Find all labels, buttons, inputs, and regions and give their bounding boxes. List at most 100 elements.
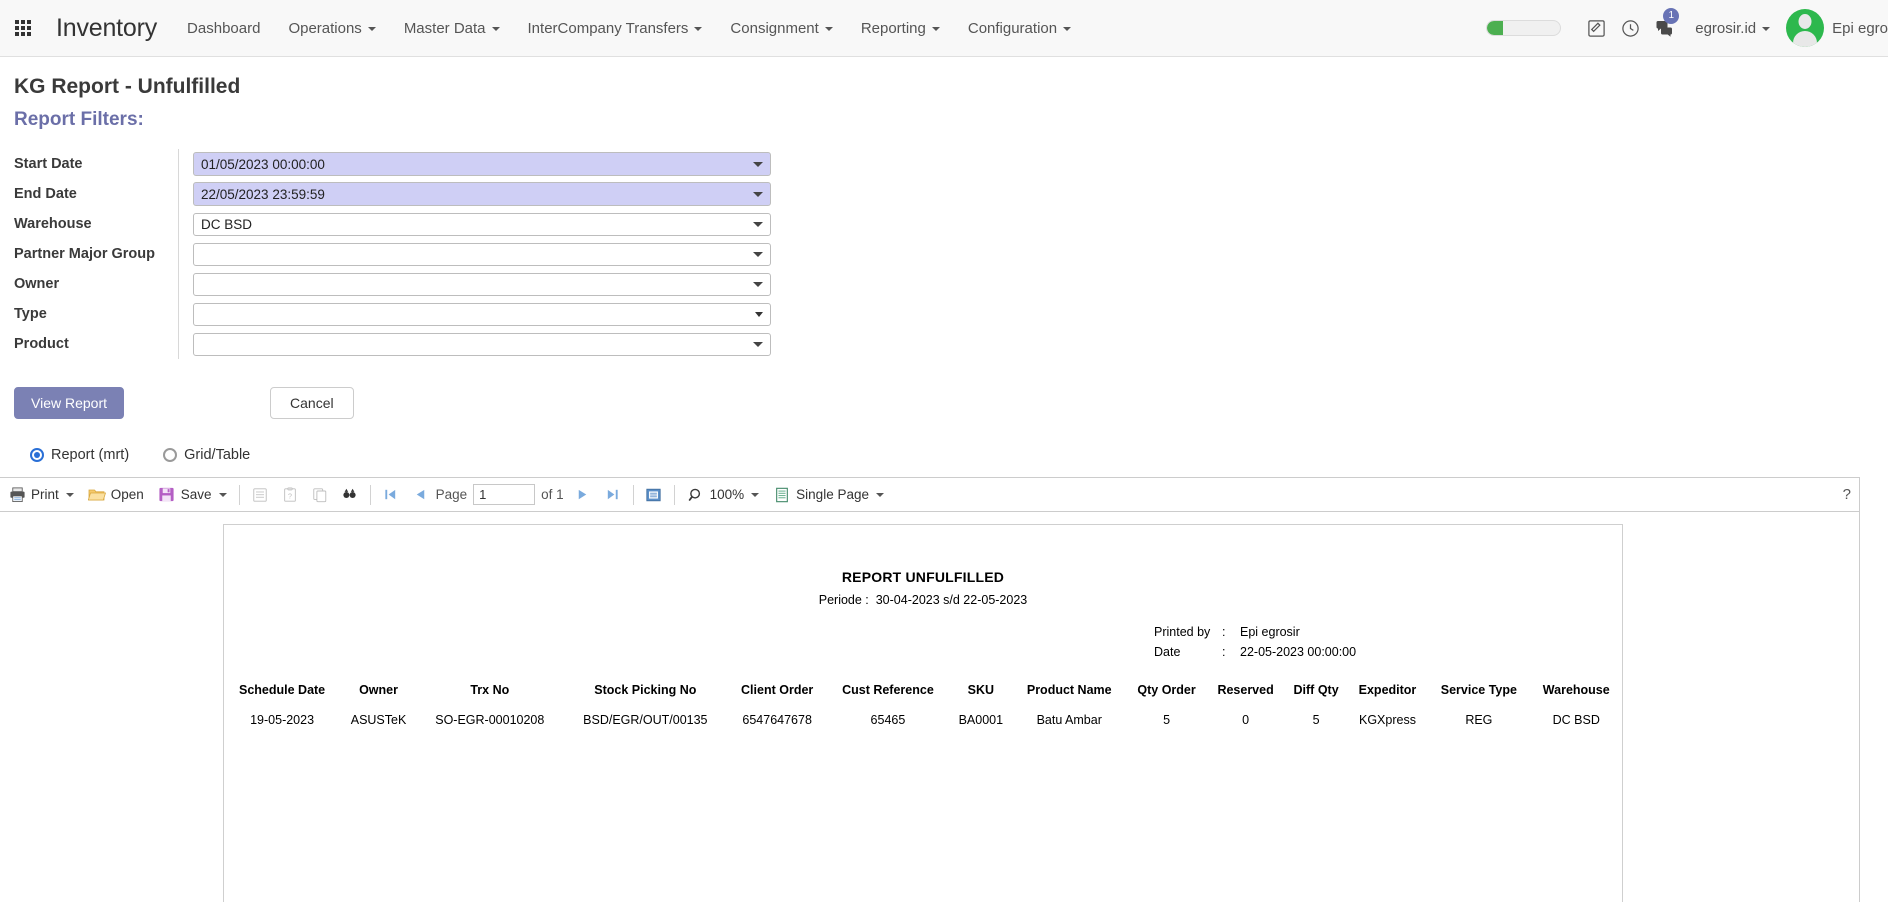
filter-label-product: Product	[14, 329, 179, 359]
username-label: Epi egro	[1832, 19, 1888, 37]
previous-page-button[interactable]	[408, 483, 434, 507]
print-button[interactable]: Print	[1, 482, 81, 508]
find-button[interactable]	[337, 483, 363, 507]
nav-item-operations[interactable]: Operations	[274, 0, 389, 57]
save-button[interactable]: Save	[151, 482, 234, 508]
table-column-header: Expeditor	[1358, 683, 1417, 697]
table-cell: 65465	[870, 713, 906, 727]
copy-button[interactable]	[307, 483, 333, 507]
first-page-button[interactable]	[378, 483, 404, 507]
owner-select[interactable]	[193, 272, 771, 296]
table-column-header: Qty Order	[1137, 683, 1196, 697]
page-number-input[interactable]	[473, 484, 536, 505]
chevron-down-icon	[931, 27, 940, 31]
filter-label-type: Type	[14, 299, 179, 329]
nav-label: Dashboard	[187, 19, 261, 37]
radio-label-grid-table: Grid/Table	[184, 447, 251, 463]
tenant-selector[interactable]: egrosir.id	[1681, 20, 1780, 37]
warehouse-select[interactable]: DC BSD	[193, 212, 771, 236]
last-page-button[interactable]	[600, 483, 626, 507]
nav-item-master-data[interactable]: Master Data	[390, 0, 514, 57]
report-page: REPORT UNFULFILLED Periode : 30-04-2023 …	[223, 524, 1623, 902]
unfulfilled-report-table: Schedule Date Owner Trx No Stock Picking No…	[224, 677, 1622, 737]
cancel-button[interactable]: Cancel	[270, 387, 354, 419]
view-mode-control[interactable]: Single Page	[766, 482, 891, 508]
radio-option-report-mrt[interactable]: Report (mrt)	[30, 447, 129, 463]
navbar-left-group: Inventory Dashboard Operations Master Da…	[0, 0, 1085, 57]
filter-field-partner-major-group	[179, 239, 771, 269]
report-filters-heading: Report Filters:	[14, 109, 144, 130]
end-date-input[interactable]: 22/05/2023 23:59:59	[193, 182, 771, 206]
table-column-header: Diff Qty	[1293, 683, 1339, 697]
storage-progress-bar	[1486, 20, 1562, 36]
warehouse-value: DC BSD	[201, 216, 253, 232]
navbar-menu: Dashboard Operations Master Data InterCo…	[173, 0, 1085, 57]
partner-major-group-select[interactable]	[193, 242, 771, 266]
start-date-input[interactable]: 01/05/2023 00:00:00	[193, 152, 771, 176]
zoom-control[interactable]: 100%	[680, 482, 767, 508]
table-cell: 19-05-2023	[250, 713, 315, 727]
table-column-header: Product Name	[1026, 683, 1112, 697]
nav-item-intercompany-transfers[interactable]: InterCompany Transfers	[514, 0, 717, 57]
colon-separator: :	[1222, 625, 1226, 639]
radio-indicator-selected[interactable]	[30, 448, 44, 462]
chat-icon[interactable]: 1	[1647, 0, 1681, 57]
radio-label-report-mrt: Report (mrt)	[51, 447, 130, 463]
table-column-header: Schedule Date	[239, 683, 326, 697]
table-column-header: Trx No	[470, 683, 510, 697]
table-cell: 5	[1163, 713, 1171, 727]
bookmarks-button[interactable]	[247, 483, 273, 507]
nav-label: Operations	[288, 19, 362, 37]
radio-indicator[interactable]	[163, 448, 178, 462]
filter-label-start-date: Start Date	[14, 149, 179, 179]
nav-item-configuration[interactable]: Configuration	[954, 0, 1085, 57]
help-icon[interactable]: ?	[1843, 486, 1851, 503]
nav-item-reporting[interactable]: Reporting	[847, 0, 954, 57]
view-mode-label: Single Page	[796, 487, 869, 502]
chevron-down-icon	[218, 492, 227, 497]
page-layout-button[interactable]	[641, 483, 667, 507]
page-total-label: of 1	[541, 487, 564, 502]
edit-note-icon[interactable]	[1579, 0, 1613, 57]
report-viewer: Print Open Save ? Page 1 of 1 100% Singl…	[0, 477, 1860, 902]
toolbar-divider	[673, 484, 675, 505]
clock-icon[interactable]	[1613, 0, 1647, 57]
nav-item-consignment[interactable]: Consignment	[716, 0, 846, 57]
page-content: KG Report - Unfulfilled Report Filters: …	[0, 75, 1888, 463]
report-heading: REPORT UNFULFILLED	[841, 569, 1005, 585]
page-title: KG Report - Unfulfilled	[14, 75, 241, 98]
table-column-header: Owner	[359, 683, 398, 697]
floppy-disk-icon	[158, 486, 176, 504]
table-column-header: Cust Reference	[842, 683, 934, 697]
table-body: 19-05-2023 ASUSTeK SO-EGR-00010208 BSD/EGR/…	[224, 703, 1622, 737]
chevron-down-icon	[753, 342, 763, 347]
open-label: Open	[110, 487, 144, 502]
filter-field-start-date: 01/05/2023 00:00:00	[179, 149, 771, 179]
open-button[interactable]: Open	[81, 482, 151, 508]
report-scroll-area[interactable]: REPORT UNFULFILLED Periode : 30-04-2023 …	[0, 512, 1859, 902]
filter-field-end-date: 22/05/2023 23:59:59	[179, 179, 771, 209]
parameters-button[interactable]: ?	[277, 483, 303, 507]
filter-field-type	[179, 299, 771, 329]
table-column-header: Reserved	[1217, 683, 1274, 697]
nav-label: Master Data	[403, 19, 486, 37]
navbar-right-group: 1 egrosir.id Epi egro	[1486, 0, 1888, 57]
nav-label: Reporting	[860, 19, 926, 37]
app-grid-icon[interactable]	[0, 0, 46, 57]
single-page-icon	[773, 486, 791, 504]
type-select[interactable]	[193, 302, 771, 326]
avatar[interactable]	[1786, 9, 1825, 47]
table-column-header: Stock Picking No	[594, 683, 697, 697]
nav-item-dashboard[interactable]: Dashboard	[173, 0, 274, 57]
table-cell: ASUSTeK	[350, 713, 407, 727]
next-page-button[interactable]	[570, 483, 596, 507]
product-select[interactable]	[193, 332, 771, 356]
table-column-header: SKU	[967, 683, 995, 697]
table-cell: BA0001	[958, 713, 1004, 727]
view-report-button[interactable]: View Report	[14, 387, 125, 419]
end-date-value: 22/05/2023 23:59:59	[201, 186, 325, 202]
chevron-down-icon	[491, 27, 500, 31]
chevron-down-icon	[753, 282, 763, 287]
table-header: Schedule Date Owner Trx No Stock Picking No…	[224, 677, 1622, 703]
radio-option-grid-table[interactable]: Grid/Table	[163, 447, 250, 463]
